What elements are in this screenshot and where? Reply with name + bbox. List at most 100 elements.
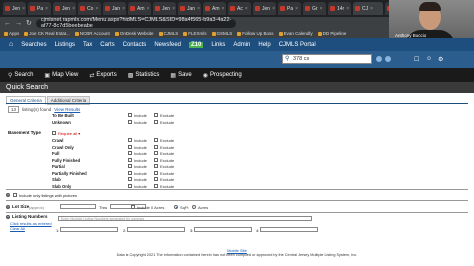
include-checkbox[interactable]	[128, 138, 132, 142]
browser-tab[interactable]: Jen×	[53, 2, 76, 15]
listing-number-input[interactable]	[194, 227, 252, 232]
menu-admin[interactable]: Admin	[233, 42, 250, 48]
tab-close-icon[interactable]: ×	[222, 6, 225, 12]
exclude-checkbox[interactable]	[154, 170, 158, 175]
menu-listings[interactable]: Listings	[55, 42, 75, 48]
exclude-checkbox[interactable]	[154, 177, 158, 181]
toolbar-map-view-button[interactable]: ▣ Map View	[44, 72, 78, 79]
bookmark-item[interactable]: CJMLS	[158, 31, 178, 36]
browser-tab[interactable]: Jan ×	[103, 2, 126, 15]
tab-close-icon[interactable]: ×	[245, 6, 248, 12]
help-icon[interactable]: ?	[6, 205, 10, 209]
include-checkbox[interactable]	[128, 151, 132, 155]
home-icon[interactable]: ⌂	[9, 41, 13, 48]
browser-tab[interactable]: Pa ×	[278, 2, 301, 15]
require-all-checkbox[interactable]	[52, 131, 56, 135]
search-options-icon[interactable]	[385, 56, 391, 62]
clear-all-link[interactable]: Clear All	[10, 226, 25, 231]
include-checkbox[interactable]	[128, 183, 132, 188]
tab-close-icon[interactable]: ×	[22, 6, 25, 12]
bookmark-item[interactable]: OnDesk Website	[114, 31, 154, 36]
exclude-checkbox[interactable]	[154, 157, 158, 162]
acres-radio[interactable]	[192, 205, 196, 209]
browser-tab[interactable]: Am ×	[203, 2, 226, 15]
help-icon[interactable]: ?	[6, 215, 10, 219]
include-checkbox[interactable]	[128, 113, 132, 117]
exclude-checkbox[interactable]	[154, 164, 158, 168]
exclude-checkbox[interactable]	[154, 151, 158, 155]
toolbar-statistics-button[interactable]: ▩ Statistics	[128, 72, 160, 79]
include-checkbox[interactable]	[128, 144, 132, 149]
tab-close-icon[interactable]: ×	[172, 6, 175, 12]
menu-help[interactable]: Help	[258, 42, 270, 48]
view-results-link[interactable]: View Results	[54, 107, 80, 112]
bookmark-item[interactable]: DD Pipeline	[317, 31, 346, 36]
tab-close-icon[interactable]: ×	[346, 6, 349, 12]
tab-close-icon[interactable]: ×	[45, 6, 48, 12]
url-field[interactable]: cjmlsnet.rapmls.com/Menu.aspx?hidMLS=CJM…	[35, 17, 236, 29]
exclude-checkbox[interactable]	[154, 113, 158, 117]
include-checkbox[interactable]	[128, 164, 132, 168]
newsfeed-badge[interactable]: Z10	[189, 41, 204, 48]
tab-close-icon[interactable]: ×	[197, 6, 200, 12]
exclude-checkbox[interactable]	[154, 120, 158, 124]
bookmark-item[interactable]: Evan Calendly	[278, 31, 313, 36]
include-checkbox[interactable]	[128, 157, 132, 162]
browser-tab[interactable]: 14r ×	[328, 2, 351, 15]
sqft-radio[interactable]	[174, 205, 178, 209]
bookmark-item[interactable]: Follow Up Boss	[237, 31, 274, 36]
exclude-checkbox[interactable]	[154, 138, 158, 142]
browser-tab[interactable]: Co ×	[78, 2, 101, 15]
tab-close-icon[interactable]: ×	[295, 6, 298, 12]
browser-tab[interactable]: Gr ×	[303, 2, 326, 15]
include-checkbox[interactable]	[128, 120, 132, 124]
browser-tab[interactable]: Jan ×	[178, 2, 201, 15]
browser-tab[interactable]: Jen×	[153, 2, 176, 15]
exclude-checkbox[interactable]	[154, 144, 158, 149]
bookmark-item[interactable]: Apps	[4, 31, 19, 36]
require-all-dropdown[interactable]: Require all ▾	[58, 131, 80, 136]
help-icon[interactable]: ?	[6, 193, 10, 197]
exclude-checkbox[interactable]	[154, 183, 158, 188]
bookmark-item[interactable]: GSMLS	[211, 31, 232, 36]
include-checkbox[interactable]	[128, 170, 132, 175]
tab-close-icon[interactable]: ×	[95, 6, 98, 12]
browser-tab[interactable]: Jen×	[3, 2, 26, 15]
bookmark-item[interactable]: FLEXmls	[183, 31, 207, 36]
settings-icon[interactable]: ⚙	[438, 56, 443, 63]
menu-cjmls-portal[interactable]: CJMLS Portal	[279, 42, 316, 48]
browser-tab[interactable]: Ac ×	[228, 2, 251, 15]
toolbar-save-button[interactable]: ▦ Save	[170, 72, 191, 79]
tab-close-icon[interactable]: ×	[370, 6, 373, 12]
menu-carts[interactable]: Carts	[100, 42, 114, 48]
toolbar-exports-button[interactable]: ⇄ Exports	[89, 72, 116, 79]
user-icon[interactable]: ☺	[426, 56, 432, 62]
tab-close-icon[interactable]: ×	[320, 6, 323, 12]
menu-newsfeed[interactable]: Newsfeed	[154, 42, 181, 48]
reload-icon[interactable]: ↻	[26, 20, 32, 27]
menu-contacts[interactable]: Contacts	[123, 42, 147, 48]
include-checkbox[interactable]	[128, 177, 132, 181]
browser-tab[interactable]: Jen×	[253, 2, 276, 15]
mls-search-input[interactable]: ⚲ 378 cs	[282, 54, 372, 64]
bookmark-item[interactable]: Joe CK Real Estat...	[24, 31, 70, 36]
menu-links[interactable]: Links	[211, 42, 225, 48]
lot-size-min-input[interactable]	[60, 204, 96, 209]
toolbar-prospecting-button[interactable]: ◉ Prospecting	[203, 72, 242, 79]
tab-close-icon[interactable]: ×	[72, 6, 75, 12]
browser-tab[interactable]: Pa ×	[28, 2, 51, 15]
tab-close-icon[interactable]: ×	[272, 6, 275, 12]
menu-tax[interactable]: Tax	[83, 42, 92, 48]
toolbar-search-button[interactable]: ⚲ Search	[8, 72, 33, 79]
listing-number-input[interactable]	[127, 227, 185, 232]
bookmark-item[interactable]: NCBR Account	[74, 31, 110, 36]
listing-number-input[interactable]	[60, 227, 118, 232]
browser-tab[interactable]: CJ ×	[353, 2, 383, 15]
include-zero-acres-checkbox[interactable]	[131, 205, 135, 209]
browser-tab[interactable]: Am ×	[128, 2, 151, 15]
listing-numbers-input[interactable]: Enter Multiple Listing Numbers separated…	[58, 216, 312, 221]
tab-close-icon[interactable]: ×	[147, 6, 150, 12]
listing-number-input[interactable]	[260, 227, 318, 232]
back-icon[interactable]: ←	[4, 20, 11, 27]
pictures-only-checkbox[interactable]	[13, 193, 17, 197]
